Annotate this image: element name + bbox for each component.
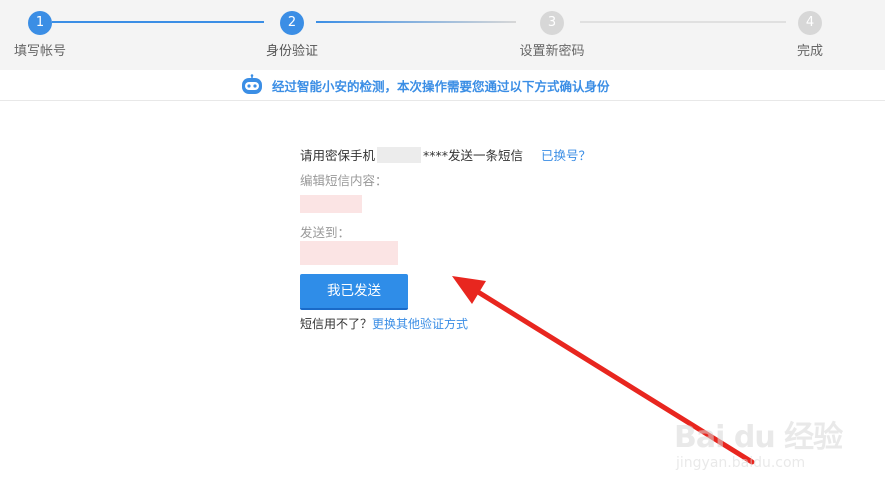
change-number-link[interactable]: 已换号？: [541, 145, 591, 164]
step-2-circle: 2: [280, 11, 304, 35]
sms-content-value: [300, 195, 362, 213]
fallback-row: 短信用不了？更换其他验证方式: [300, 315, 468, 332]
step-1-label: 填写帐号: [13, 44, 67, 59]
step-connector-1-2: [52, 21, 264, 23]
baidu-jingyan-watermark: Bai du 经验 jingyan.baidu.com: [660, 410, 860, 480]
masked-phone-blur: [377, 146, 422, 163]
fallback-question: 短信用不了？: [300, 317, 373, 331]
phone-instruction-prefix: 请用密保手机: [300, 148, 376, 163]
arrow-head: [452, 276, 486, 304]
step-connector-3-4: [580, 21, 786, 23]
sms-content-label: 编辑短信内容：: [300, 173, 388, 188]
i-have-sent-button[interactable]: 我已发送: [300, 274, 408, 310]
phone-instruction-suffix: ****发送一条短信: [423, 148, 524, 163]
step-4-circle: 4: [798, 11, 822, 35]
send-to-label: 发送到：: [300, 225, 351, 240]
security-notice-bar: 经过智能小安的检测，本次操作需要您通过以下方式确认身份: [0, 70, 885, 101]
step-4-label: 完成: [796, 44, 824, 59]
step-2-label: 身份验证: [265, 44, 319, 59]
watermark-sub: jingyan.baidu.com: [676, 455, 806, 471]
send-to-value: [300, 241, 398, 265]
step-3-circle: 3: [540, 11, 564, 35]
notice-text: 经过智能小安的检测，本次操作需要您通过以下方式确认身份: [272, 78, 610, 94]
phone-instruction-row: 请用密保手机 ****发送一条短信 已换号？: [300, 145, 591, 164]
step-3-label: 设置新密码: [519, 44, 585, 59]
step-1-circle: 1: [28, 11, 52, 35]
step-connector-2-3: [316, 21, 516, 23]
progress-stepper: 1 2 3 4 填写帐号 身份验证 设置新密码 完成: [0, 0, 885, 70]
security-notice: 经过智能小安的检测，本次操作需要您通过以下方式确认身份: [240, 74, 610, 96]
watermark-main: Bai du 经验: [674, 420, 843, 455]
robot-assistant-icon: [242, 74, 262, 94]
other-verification-link[interactable]: 更换其他验证方式: [372, 317, 468, 331]
